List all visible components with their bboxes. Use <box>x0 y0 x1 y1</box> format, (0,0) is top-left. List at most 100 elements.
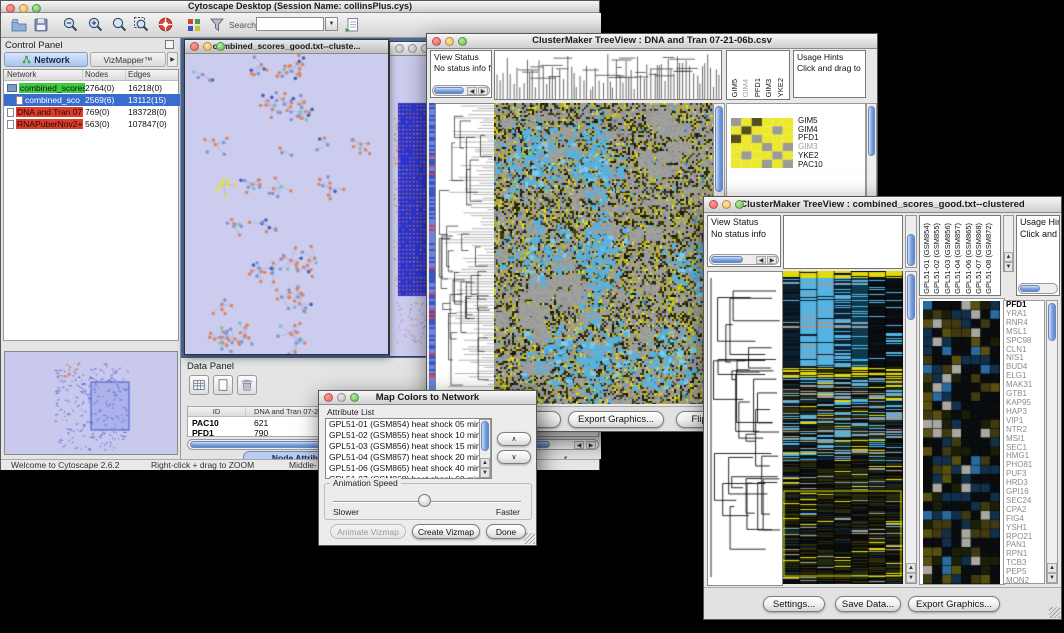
new-attribute-button[interactable] <box>213 375 233 395</box>
zoom-button[interactable] <box>458 37 467 46</box>
column-label[interactable]: GPL51-08 (GSM872) <box>984 223 993 294</box>
zoom-in-button[interactable] <box>86 15 105 34</box>
move-up-button[interactable]: ∧ <box>497 432 531 446</box>
delete-attribute-button[interactable] <box>237 375 257 395</box>
minimize-button[interactable] <box>722 200 731 209</box>
zoom-heatmap-canvas[interactable] <box>923 301 1000 584</box>
header-vscrollbar[interactable] <box>905 215 917 268</box>
open-session-button[interactable] <box>9 15 28 34</box>
column-label[interactable]: YKE2 <box>776 78 785 97</box>
column-label[interactable]: GPL51-04 (GSM857) <box>953 223 962 294</box>
import-table-button[interactable] <box>342 15 361 34</box>
column-label[interactable]: GPL51-07 (GSM868) <box>974 223 983 294</box>
treeview1-title-bar[interactable]: ClusterMaker TreeView : DNA and Tran 07-… <box>427 34 877 49</box>
column-label[interactable]: PAC10 <box>787 74 789 97</box>
network-row[interactable]: RNAPuberNov2+ 563(0) 107847(0) <box>4 118 180 130</box>
save-session-button[interactable] <box>31 15 50 34</box>
zoom-selected-button[interactable] <box>132 15 151 34</box>
resize-grip[interactable] <box>1049 607 1060 618</box>
export-graphics-button[interactable]: Export Graphics... <box>908 596 1000 612</box>
zoom-fit-button[interactable] <box>110 15 129 34</box>
slider-thumb[interactable] <box>418 494 431 507</box>
attribute-list-scrollbar[interactable]: ▲▼ <box>479 419 491 478</box>
zoom-heatmap-canvas[interactable] <box>731 118 793 168</box>
close-button[interactable] <box>395 44 404 53</box>
view-status-scrollbar[interactable]: ◀▶ <box>432 85 490 96</box>
network1-title-bar[interactable]: combined_scores_good.txt--cluste... <box>185 40 388 54</box>
close-button[interactable] <box>6 4 15 13</box>
main-title-bar[interactable]: Cytoscape Desktop (Session Name: collins… <box>1 1 599 13</box>
zoom-button[interactable] <box>350 393 359 402</box>
col-edges[interactable]: Edges <box>126 70 178 80</box>
column-label[interactable]: GPL51-03 (GSM856) <box>943 223 952 294</box>
col-nodes[interactable]: Nodes <box>83 70 126 80</box>
help-button[interactable] <box>156 15 175 34</box>
birds-eye-view[interactable] <box>4 351 178 455</box>
network1-canvas[interactable] <box>185 54 388 354</box>
close-button[interactable] <box>432 37 441 46</box>
view-status-scrollbar[interactable]: ◀▶ <box>709 254 779 265</box>
dialog-title-bar[interactable]: Map Colors to Network <box>319 391 536 405</box>
column-dendrogram-panel[interactable] <box>783 215 903 269</box>
column-label[interactable]: GPL51-01 (GSM854) <box>922 223 931 294</box>
close-button[interactable] <box>709 200 718 209</box>
create-vizmap-button[interactable]: Create Vizmap <box>412 524 480 539</box>
column-dendrogram-panel[interactable] <box>494 50 722 100</box>
zoom-button[interactable] <box>32 4 41 13</box>
global-heatmap-canvas[interactable] <box>783 271 903 584</box>
tab-network[interactable]: Network <box>4 52 88 67</box>
column-label[interactable]: GPL51-02 (GSM855) <box>932 223 941 294</box>
zoom-button[interactable] <box>735 200 744 209</box>
table-mode-button[interactable] <box>189 375 209 395</box>
save-data-button[interactable]: Save Data... <box>835 596 901 612</box>
minimize-button[interactable] <box>337 393 346 402</box>
birds-eye-canvas[interactable] <box>5 352 177 454</box>
attribute-item[interactable]: GPL51-02 (GSM855) heat shock 10 min <box>326 430 491 441</box>
treeview2-title-bar[interactable]: ClusterMaker TreeView : combined_scores_… <box>704 197 1061 213</box>
minimize-button[interactable] <box>408 44 417 53</box>
gene-label[interactable]: MON2 <box>1004 577 1044 584</box>
move-down-button[interactable]: ∨ <box>497 450 531 464</box>
gene-list-vscrollbar[interactable]: ▲▼ <box>1046 300 1058 584</box>
column-label[interactable]: GPL51-06 (GSM865) <box>964 223 973 294</box>
search-dropdown-button[interactable]: ▼ <box>325 17 338 31</box>
minimize-button[interactable] <box>445 37 454 46</box>
network-row-selected[interactable]: combined_sco 2569(6) 13112(15) <box>4 94 180 106</box>
attribute-item[interactable]: GPL51-01 (GSM854) heat shock 05 min <box>326 419 491 430</box>
heatmap-vscrollbar[interactable]: ▲▼ <box>905 271 917 584</box>
row-dendrogram-canvas[interactable] <box>435 103 495 406</box>
minimize-button[interactable] <box>19 4 28 13</box>
column-labels-scrollbar[interactable]: ▲▼ <box>1003 215 1014 272</box>
vizmapper-button[interactable] <box>184 15 203 34</box>
filter-button[interactable] <box>207 15 226 34</box>
column-label[interactable]: GIM4 <box>741 79 750 97</box>
attribute-item[interactable]: GPL51-04 (GSM857) heat shock 20 min <box>326 452 491 463</box>
tab-overflow-button[interactable]: ▶ <box>167 52 178 67</box>
network-row[interactable]: combined_scores 2764(0) 16218(0) <box>4 82 180 94</box>
col-network[interactable]: Network <box>4 70 83 80</box>
col-id[interactable]: ID <box>188 407 246 416</box>
gene-label[interactable]: PAC10 <box>796 161 856 170</box>
usage-hints-scrollbar[interactable] <box>1018 283 1058 294</box>
row-dendrogram-canvas[interactable] <box>707 271 783 586</box>
resize-grip[interactable] <box>524 533 535 544</box>
attribute-item[interactable]: GPL51-06 (GSM865) heat shock 40 min <box>326 463 491 474</box>
done-button[interactable]: Done <box>486 524 526 539</box>
close-button[interactable] <box>324 393 333 402</box>
float-panel-icon[interactable] <box>165 40 174 49</box>
minimize-button[interactable] <box>203 42 212 51</box>
network-row[interactable]: DNA and Tran 07 769(0) 183728(0) <box>4 106 180 118</box>
tab-vizmapper[interactable]: VizMapper™ <box>90 52 166 67</box>
zoom-button[interactable] <box>216 42 225 51</box>
export-graphics-button[interactable]: Export Graphics... <box>568 411 664 428</box>
column-label[interactable]: PFD1 <box>753 78 762 97</box>
attribute-item[interactable]: GPL51-03 (GSM856) heat shock 15 min <box>326 441 491 452</box>
column-dendrogram-canvas[interactable] <box>495 51 721 99</box>
global-heatmap-canvas[interactable] <box>494 103 713 404</box>
column-label[interactable]: GIM3 <box>764 79 773 97</box>
attribute-list[interactable]: GPL51-01 (GSM854) heat shock 05 minGPL51… <box>325 418 492 479</box>
animate-vizmap-button[interactable]: Animate Vizmap <box>330 524 406 539</box>
close-button[interactable] <box>190 42 199 51</box>
zoom-out-button[interactable] <box>61 15 80 34</box>
settings-button[interactable]: Settings... <box>763 596 825 612</box>
